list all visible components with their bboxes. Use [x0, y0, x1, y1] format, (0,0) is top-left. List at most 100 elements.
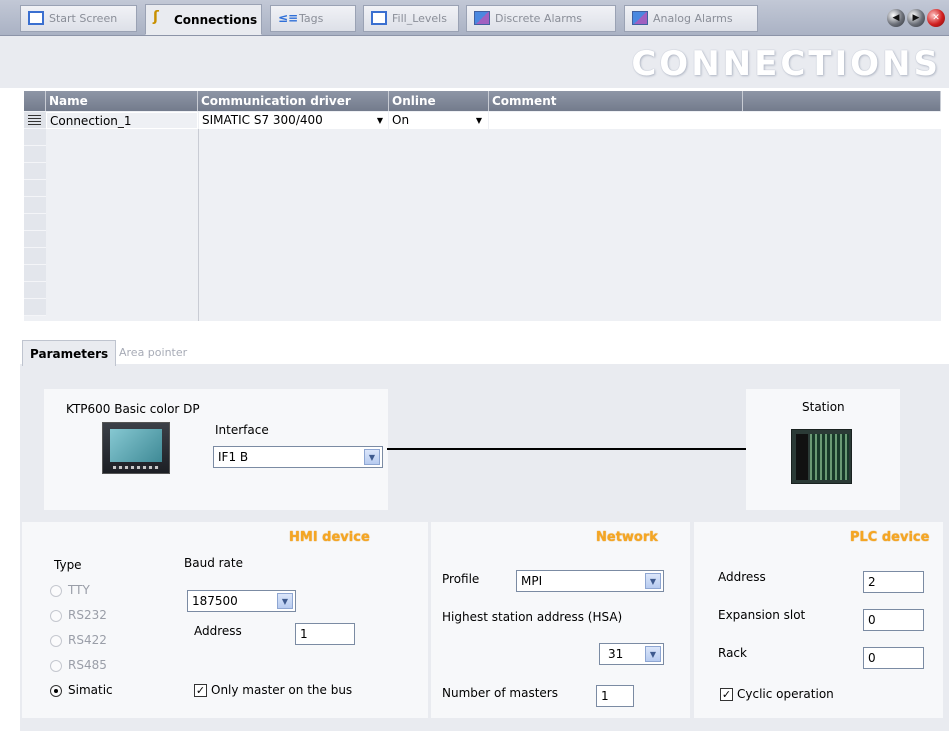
tab-label: Fill_Levels [392, 12, 447, 25]
radio-simatic-label: Simatic [68, 683, 113, 697]
hmi-device-title: HMI device [289, 530, 370, 545]
forward-icon[interactable]: ▶ [907, 9, 925, 27]
rack-label: Rack [718, 646, 747, 660]
tab-fill-levels[interactable]: Fill_Levels [363, 5, 459, 32]
row-selector[interactable] [24, 180, 46, 197]
chevron-down-icon[interactable]: ▼ [645, 573, 661, 589]
tab-tags[interactable]: ≤≡ Tags [270, 5, 356, 32]
connections-icon: ʃ [153, 9, 159, 25]
plc-address-input[interactable]: 2 [863, 571, 924, 593]
rack-input[interactable]: 0 [863, 647, 924, 669]
column-header-comment[interactable]: Comment [489, 91, 743, 111]
tab-analog-alarms[interactable]: Analog Alarms [624, 5, 758, 32]
baud-rate-label: Baud rate [184, 556, 243, 570]
screen-icon [371, 11, 387, 25]
masters-input[interactable]: 1 [596, 685, 634, 707]
masters-label: Number of masters [442, 686, 558, 700]
hmi-device-diagram: KTP600 Basic color DP Interface IF1 B ▼ [44, 389, 388, 510]
cyclic-operation-checkbox[interactable]: ✓ [720, 688, 733, 701]
hsa-value: 31 [608, 647, 624, 661]
chevron-down-icon[interactable]: ▼ [473, 114, 485, 127]
tab-connections[interactable]: ʃ Connections [145, 4, 262, 35]
radio-rs485-label: RS485 [68, 658, 107, 672]
screen-icon [28, 11, 44, 25]
device-name: KTP600 Basic color DP [66, 402, 200, 416]
row-selector[interactable] [24, 299, 46, 316]
radio-rs422[interactable] [50, 635, 62, 647]
radio-rs232-label: RS232 [68, 608, 107, 622]
row-selector[interactable] [24, 197, 46, 214]
row-selector[interactable] [24, 282, 46, 299]
online-cell[interactable]: On ▼ [389, 112, 488, 129]
cyclic-operation-label: Cyclic operation [737, 687, 834, 701]
radio-simatic[interactable] [50, 685, 62, 697]
baud-rate-value: 187500 [192, 594, 238, 608]
editor-tab-strip: Start Screen ʃ Connections ≤≡ Tags Fill_… [0, 0, 949, 36]
tags-icon: ≤≡ [278, 11, 299, 25]
row-selector-icon [28, 115, 41, 126]
interface-label: Interface [215, 423, 269, 437]
connection-name-cell[interactable]: Connection_1 [50, 114, 132, 128]
profile-select[interactable]: MPI ▼ [516, 570, 664, 592]
radio-rs485[interactable] [50, 660, 62, 672]
row-selector[interactable] [24, 231, 46, 248]
column-header-online[interactable]: Online [389, 91, 489, 111]
connections-table: Name Communication driver Online Comment… [24, 91, 941, 321]
back-icon[interactable]: ◀ [887, 9, 905, 27]
page-title: CONNECTIONS [631, 44, 941, 84]
tab-area-pointer[interactable]: Area pointer [112, 340, 194, 366]
plc-address-label: Address [718, 570, 766, 584]
row-selector[interactable] [24, 248, 46, 265]
hmi-panel-icon [102, 422, 170, 474]
table-row[interactable]: Connection_1 [46, 112, 198, 129]
network-line [387, 448, 747, 450]
row-selector[interactable] [24, 214, 46, 231]
hsa-label: Highest station address (HSA) [442, 610, 623, 624]
online-value: On [392, 113, 410, 127]
only-master-label: Only master on the bus [211, 683, 353, 697]
interface-value: IF1 B [218, 450, 249, 464]
only-master-checkbox[interactable]: ✓ [194, 684, 207, 697]
column-header-driver[interactable]: Communication driver [198, 91, 389, 111]
expansion-slot-label: Expansion slot [718, 608, 806, 622]
close-icon[interactable]: ✕ [927, 9, 945, 27]
driver-cell[interactable]: SIMATIC S7 300/400 ▼ [199, 112, 388, 129]
chevron-down-icon[interactable]: ▼ [374, 114, 386, 127]
comment-cell[interactable] [489, 112, 941, 129]
radio-tty[interactable] [50, 585, 62, 597]
row-selector[interactable] [24, 163, 46, 180]
chevron-down-icon[interactable]: ▼ [277, 593, 293, 609]
column-header-extra [743, 91, 941, 111]
tab-parameters[interactable]: Parameters [22, 340, 117, 366]
row-selector[interactable] [24, 112, 46, 129]
column-divider [198, 129, 199, 321]
network-title: Network [596, 530, 658, 545]
discrete-alarms-icon [474, 11, 490, 25]
row-selector[interactable] [24, 129, 46, 146]
radio-rs232[interactable] [50, 610, 62, 622]
type-label: Type [54, 558, 82, 572]
plc-station-diagram: Station [746, 389, 900, 510]
hsa-select[interactable]: 31 ▼ [599, 643, 664, 665]
baud-rate-select[interactable]: 187500 ▼ [187, 590, 296, 612]
radio-tty-label: TTY [68, 583, 90, 597]
interface-select[interactable]: IF1 B ▼ [213, 446, 383, 468]
tab-discrete-alarms[interactable]: Discrete Alarms [466, 5, 616, 32]
driver-value: SIMATIC S7 300/400 [202, 113, 323, 127]
column-header-name[interactable]: Name [46, 91, 198, 111]
tab-label: Discrete Alarms [495, 12, 583, 25]
tab-label: Start Screen [49, 12, 118, 25]
row-selector[interactable] [24, 146, 46, 163]
profile-value: MPI [521, 574, 543, 588]
profile-label: Profile [442, 572, 480, 586]
tab-start-screen[interactable]: Start Screen [20, 5, 137, 32]
station-label: Station [802, 400, 845, 414]
hmi-address-input[interactable]: 1 [295, 623, 355, 645]
table-corner [24, 91, 46, 111]
chevron-down-icon[interactable]: ▼ [645, 646, 661, 662]
row-selector[interactable] [24, 265, 46, 282]
chevron-down-icon[interactable]: ▼ [364, 449, 380, 465]
analog-alarms-icon [632, 11, 648, 25]
expansion-slot-input[interactable]: 0 [863, 609, 924, 631]
tab-label: Connections [174, 12, 258, 27]
